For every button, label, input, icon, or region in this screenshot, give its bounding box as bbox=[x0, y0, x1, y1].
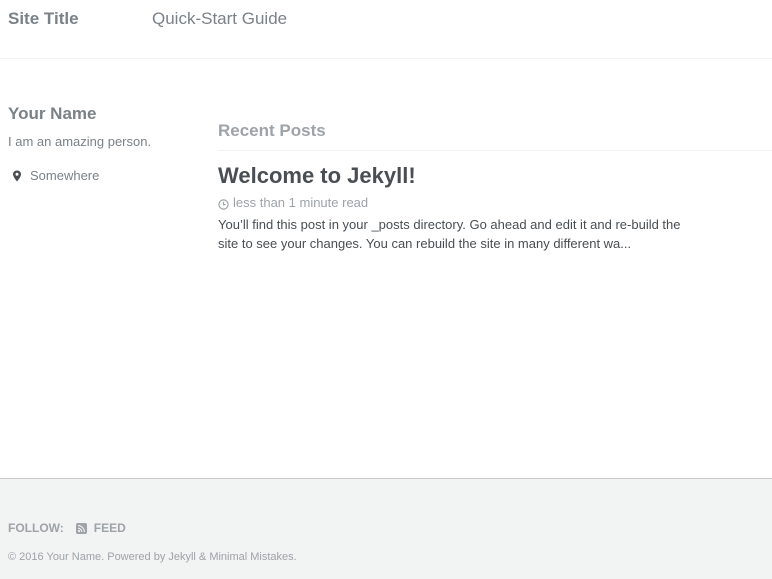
follow-label: FOLLOW: bbox=[8, 521, 64, 535]
author-sidebar: Your Name I am an amazing person. Somewh… bbox=[8, 104, 188, 184]
author-name: Your Name bbox=[8, 104, 97, 123]
site-title-link[interactable]: Site Title bbox=[8, 9, 79, 29]
nav-link-quick-start-guide[interactable]: Quick-Start Guide bbox=[152, 9, 287, 29]
map-marker-icon bbox=[12, 170, 22, 182]
post-excerpt: You’ll find this post in your _posts dir… bbox=[218, 217, 681, 251]
follow-row: FOLLOW: FEED bbox=[8, 521, 126, 535]
masthead: Site Title Quick-Start Guide bbox=[0, 0, 772, 59]
read-time-text: less than 1 minute read bbox=[233, 195, 369, 210]
main-content: Recent Posts Welcome to Jekyll! less tha… bbox=[218, 120, 772, 266]
post-title-link[interactable]: Welcome to Jekyll! bbox=[218, 163, 416, 189]
recent-posts-heading: Recent Posts bbox=[218, 120, 772, 151]
clock-icon bbox=[218, 198, 229, 210]
feed-link[interactable]: FEED bbox=[75, 521, 126, 535]
post-item: Welcome to Jekyll! less than 1 minute re… bbox=[218, 151, 772, 253]
author-location: Somewhere bbox=[8, 168, 188, 184]
page-footer: FOLLOW: FEED © 2016 Your Name. Powered b… bbox=[0, 478, 772, 579]
feed-label: FEED bbox=[93, 521, 126, 535]
copyright-text: © 2016 Your Name. Powered by Jekyll & Mi… bbox=[8, 551, 297, 563]
author-bio: I am an amazing person. bbox=[8, 134, 152, 149]
location-text: Somewhere bbox=[30, 168, 100, 183]
rss-icon bbox=[75, 522, 87, 534]
post-read-time: less than 1 minute read bbox=[218, 195, 772, 211]
